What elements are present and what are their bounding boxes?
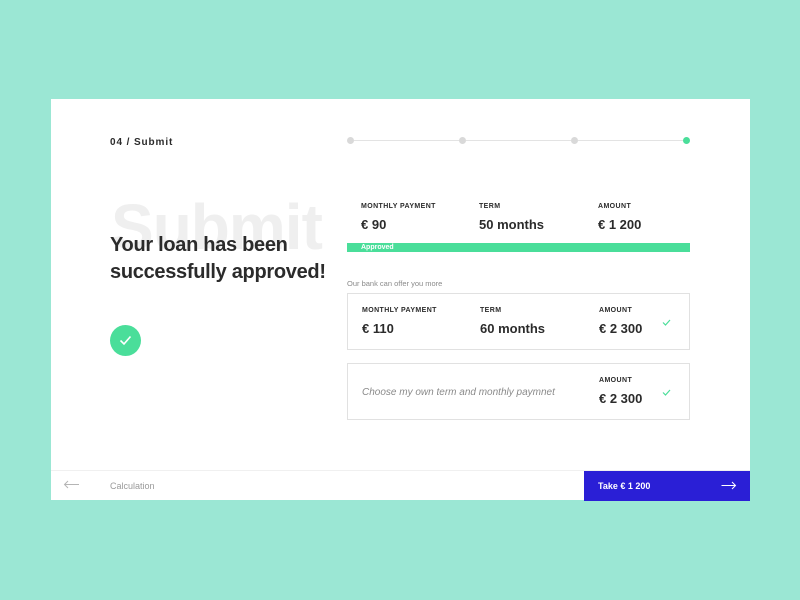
step-dot-1[interactable] [347, 137, 354, 144]
back-arrow-icon[interactable] [63, 480, 80, 489]
amount-label: AMOUNT [599, 307, 633, 314]
monthly-payment-label: MONTHLY PAYMENT [361, 203, 436, 210]
approved-status-bar: Approved [347, 243, 690, 252]
take-loan-label: Take € 1 200 [598, 481, 651, 491]
alt-offer-card[interactable]: MONTHLY PAYMENT € 110 TERM 60 months AMO… [347, 293, 690, 350]
term-value: 50 months [479, 217, 545, 232]
monthly-payment-value: € 110 [362, 321, 394, 336]
amount-value: € 2 300 [599, 391, 643, 406]
footer-bar: Calculation Take € 1 200 [51, 470, 750, 501]
monthly-payment-value: € 90 [361, 217, 387, 232]
step-dot-4-active[interactable] [683, 137, 690, 144]
amount-label: AMOUNT [599, 377, 633, 384]
page-title: Your loan has been successfully approved… [110, 234, 326, 283]
check-icon [662, 389, 671, 396]
more-offers-label: Our bank can offer you more [347, 279, 443, 288]
step-label: 04 / Submit [110, 137, 174, 148]
approved-offer: MONTHLY PAYMENT € 90 TERM 50 months AMOU… [347, 203, 690, 252]
custom-offer-card[interactable]: Choose my own term and monthly paymnet A… [347, 363, 690, 420]
step-dot-2[interactable] [459, 137, 466, 144]
amount-label: AMOUNT [598, 203, 632, 210]
step-progress [347, 137, 690, 144]
step-dot-3[interactable] [571, 137, 578, 144]
check-icon [662, 319, 671, 326]
term-value: 60 months [480, 321, 546, 336]
take-loan-button[interactable]: Take € 1 200 [584, 471, 750, 501]
success-check-icon [110, 325, 141, 356]
term-label: TERM [480, 307, 502, 314]
monthly-payment-label: MONTHLY PAYMENT [362, 307, 437, 314]
progress-line [354, 140, 459, 141]
progress-line [466, 140, 571, 141]
progress-line [578, 140, 683, 141]
term-label: TERM [479, 203, 501, 210]
back-link[interactable]: Calculation [110, 481, 155, 491]
custom-offer-text: Choose my own term and monthly paymnet [362, 387, 555, 398]
arrow-right-icon [721, 481, 737, 490]
submit-card: 04 / Submit Submit Your loan has been su… [51, 99, 750, 501]
amount-value: € 2 300 [599, 321, 643, 336]
amount-value: € 1 200 [598, 217, 642, 232]
